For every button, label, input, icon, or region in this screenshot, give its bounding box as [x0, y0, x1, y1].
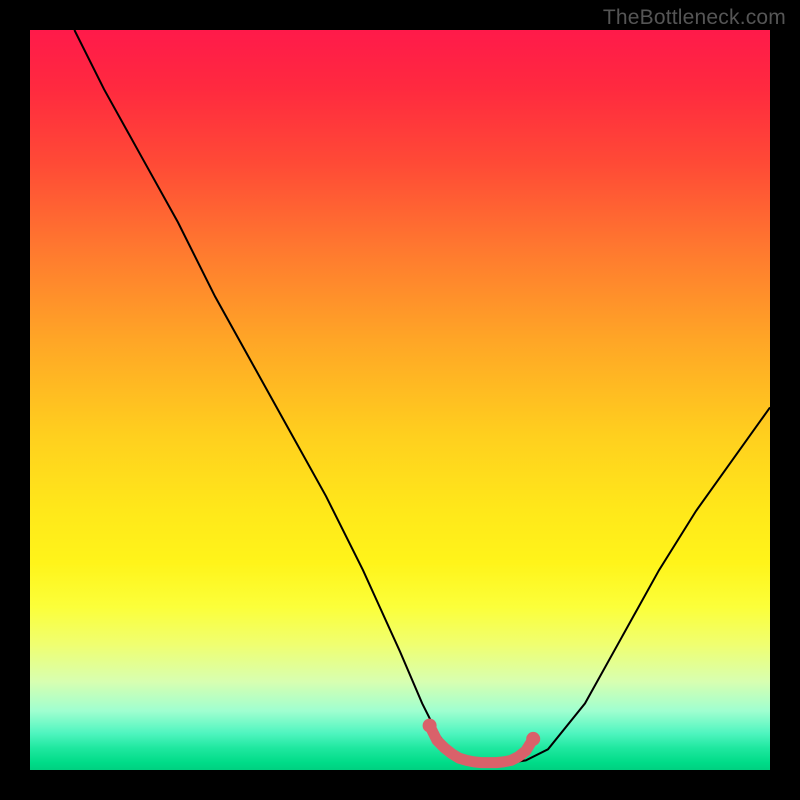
optimal-zone-end-dot — [423, 719, 437, 733]
chart-plot-area — [30, 30, 770, 770]
optimal-zone-marker — [423, 719, 541, 763]
optimal-zone-end-dot — [526, 732, 540, 746]
watermark-text: TheBottleneck.com — [603, 6, 786, 30]
chart-svg — [30, 30, 770, 770]
bottleneck-curve-line — [74, 30, 770, 763]
optimal-zone-line — [430, 726, 534, 763]
